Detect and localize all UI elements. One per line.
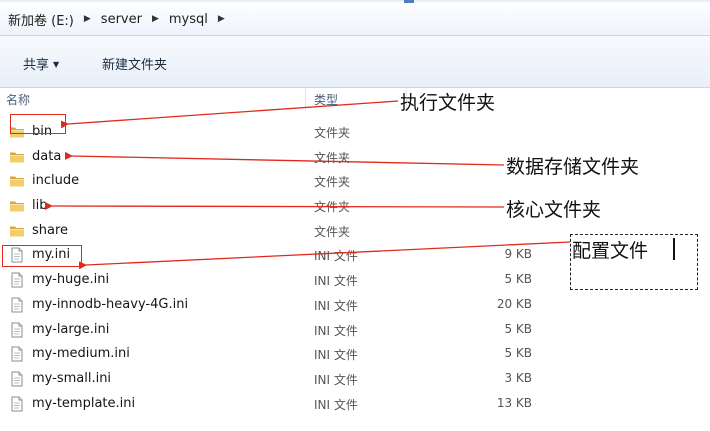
- file-size: 20 KB: [496, 296, 532, 311]
- file-row[interactable]: lib 文件夹: [0, 194, 710, 219]
- bin-highlight-box: [10, 114, 66, 134]
- file-name: my-innodb-heavy-4G.ini: [32, 296, 189, 312]
- annotation-config: 配置文件: [572, 240, 649, 262]
- column-header-type[interactable]: 类型: [314, 91, 338, 108]
- column-header-name[interactable]: 名称: [6, 91, 30, 108]
- breadcrumb-separator-icon[interactable]: ▶: [76, 14, 99, 24]
- breadcrumb-mysql[interactable]: mysql: [167, 12, 210, 27]
- file-type: INI 文件: [314, 397, 358, 412]
- file-size: 13 KB: [496, 395, 532, 410]
- file-type: INI 文件: [314, 348, 358, 363]
- ini-file-icon: [9, 297, 25, 313]
- share-button[interactable]: 共享 ▼: [23, 54, 59, 73]
- folder-icon: [9, 198, 25, 214]
- file-type: 文件夹: [314, 150, 351, 165]
- file-name: data: [32, 148, 62, 164]
- file-type: INI 文件: [314, 249, 358, 264]
- file-size: 9 KB: [504, 247, 532, 262]
- file-name: include: [32, 173, 80, 189]
- breadcrumb-separator-icon[interactable]: ▶: [210, 14, 233, 24]
- column-divider[interactable]: [305, 88, 306, 111]
- file-row[interactable]: my-innodb-heavy-4G.ini INI 文件 20 KB: [0, 293, 710, 318]
- file-name: my-template.ini: [32, 395, 136, 411]
- file-row[interactable]: my-large.ini INI 文件 5 KB: [0, 318, 710, 343]
- folder-icon: [9, 149, 25, 165]
- file-type: 文件夹: [314, 126, 351, 140]
- ini-file-icon: [9, 322, 25, 338]
- chevron-down-icon: ▼: [53, 60, 60, 69]
- breadcrumb-drive[interactable]: 新加卷 (E:): [6, 10, 76, 29]
- file-size: 5 KB: [504, 346, 532, 361]
- breadcrumb-separator-icon[interactable]: ▶: [144, 14, 167, 24]
- folder-icon: [9, 173, 25, 189]
- file-name: share: [32, 222, 69, 238]
- file-name: my-medium.ini: [32, 346, 130, 362]
- file-type: 文件夹: [314, 175, 351, 190]
- annotation-data: 数据存储文件夹: [506, 156, 640, 178]
- annotation-lib: 核心文件夹: [506, 199, 602, 221]
- file-type: 文件夹: [314, 224, 351, 239]
- file-name: lib: [32, 198, 48, 214]
- ini-file-icon: [9, 346, 25, 362]
- file-row[interactable]: my-small.ini INI 文件 3 KB: [0, 367, 710, 392]
- file-type: INI 文件: [314, 323, 358, 338]
- file-row[interactable]: bin 文件夹: [0, 120, 710, 145]
- file-name: my-large.ini: [32, 321, 110, 337]
- text-cursor: [673, 238, 675, 260]
- share-label: 共享: [23, 58, 50, 73]
- command-toolbar: 共享 ▼ 新建文件夹: [0, 36, 710, 88]
- file-name: my-small.ini: [32, 370, 112, 386]
- new-folder-button[interactable]: 新建文件夹: [102, 54, 167, 73]
- file-name: my-huge.ini: [32, 272, 110, 288]
- address-bar[interactable]: 新加卷 (E:) ▶ server ▶ mysql ▶: [0, 3, 710, 36]
- folder-icon: [9, 223, 25, 239]
- file-size: 5 KB: [504, 321, 532, 336]
- file-type: INI 文件: [314, 298, 358, 313]
- file-type: INI 文件: [314, 372, 358, 387]
- file-type: INI 文件: [314, 274, 358, 289]
- myini-highlight-box: [2, 245, 82, 267]
- file-size: 3 KB: [504, 370, 532, 385]
- annotation-bin: 执行文件夹: [400, 92, 496, 114]
- ini-file-icon: [9, 272, 25, 288]
- file-type: 文件夹: [314, 200, 351, 215]
- file-size: 5 KB: [504, 272, 532, 287]
- breadcrumb-server[interactable]: server: [99, 12, 144, 27]
- file-row[interactable]: my-template.ini INI 文件 13 KB: [0, 392, 710, 417]
- file-row[interactable]: my-medium.ini INI 文件 5 KB: [0, 342, 710, 367]
- ini-file-icon: [9, 371, 25, 387]
- ini-file-icon: [9, 396, 25, 412]
- column-header: 名称 类型: [0, 88, 710, 111]
